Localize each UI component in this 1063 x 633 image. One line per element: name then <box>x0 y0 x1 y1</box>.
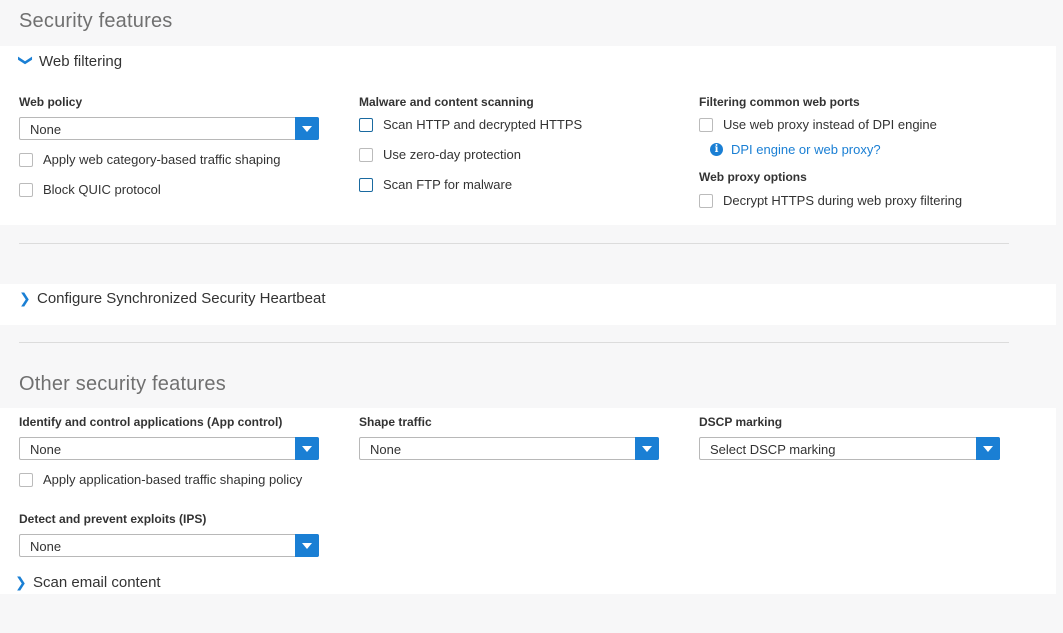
block-quic-row[interactable]: Block QUIC protocol <box>19 182 161 197</box>
use-proxy-label: Use web proxy instead of DPI engine <box>723 117 937 132</box>
app-control-label: Identify and control applications (App c… <box>19 415 283 429</box>
use-proxy-checkbox[interactable] <box>699 117 713 132</box>
decrypt-https-checkbox[interactable] <box>699 193 713 208</box>
zero-day-label: Use zero-day protection <box>383 147 522 162</box>
shape-traffic-value: None <box>370 442 402 457</box>
filtering-ports-label: Filtering common web ports <box>699 95 860 109</box>
divider <box>19 243 1009 244</box>
ips-label: Detect and prevent exploits (IPS) <box>19 512 207 526</box>
ips-select[interactable]: None <box>19 534 319 557</box>
web-filtering-toggle[interactable]: ❯ Web filtering <box>18 53 123 70</box>
dropdown-arrow-icon <box>295 534 319 557</box>
scan-http-checkbox[interactable] <box>359 117 373 132</box>
heartbeat-toggle[interactable]: ❯ Configure Synchronized Security Heartb… <box>19 290 326 307</box>
dropdown-arrow-icon <box>976 437 1000 460</box>
block-quic-label: Block QUIC protocol <box>43 182 161 197</box>
chevron-right-icon: ❯ <box>19 290 31 306</box>
other-security-panel <box>0 408 1056 594</box>
zero-day-checkbox[interactable] <box>359 147 373 162</box>
apply-web-shaping-row[interactable]: Apply web category-based traffic shaping <box>19 152 281 167</box>
proxy-options-label: Web proxy options <box>699 170 807 184</box>
dpi-or-proxy-link[interactable]: DPI engine or web proxy? <box>731 142 881 157</box>
ips-value: None <box>30 539 62 554</box>
app-control-select[interactable]: None <box>19 437 319 460</box>
heartbeat-label: Configure Synchronized Security Heartbea… <box>37 290 326 307</box>
dropdown-arrow-icon <box>295 437 319 460</box>
dscp-marking-label: DSCP marking <box>699 415 783 429</box>
chevron-down-icon: ❯ <box>18 54 35 67</box>
malware-scanning-label: Malware and content scanning <box>359 95 534 109</box>
web-policy-value: None <box>30 122 62 137</box>
dscp-marking-value: Select DSCP marking <box>710 442 836 457</box>
app-control-value: None <box>30 442 62 457</box>
dropdown-arrow-icon <box>635 437 659 460</box>
block-quic-checkbox[interactable] <box>19 182 33 197</box>
dpi-info-row[interactable]: i DPI engine or web proxy? <box>710 142 881 157</box>
apply-app-shaping-row[interactable]: Apply application-based traffic shaping … <box>19 472 302 487</box>
scan-email-label: Scan email content <box>33 574 161 591</box>
scan-http-row[interactable]: Scan HTTP and decrypted HTTPS <box>359 117 582 132</box>
security-features-title: Security features <box>19 10 173 32</box>
shape-traffic-select[interactable]: None <box>359 437 659 460</box>
chevron-right-icon: ❯ <box>15 574 27 590</box>
dscp-marking-select[interactable]: Select DSCP marking <box>699 437 1000 460</box>
scan-http-label: Scan HTTP and decrypted HTTPS <box>383 117 583 132</box>
scan-ftp-label: Scan FTP for malware <box>383 177 513 192</box>
web-policy-label: Web policy <box>19 95 83 109</box>
decrypt-https-label: Decrypt HTTPS during web proxy filtering <box>723 193 963 208</box>
decrypt-https-row[interactable]: Decrypt HTTPS during web proxy filtering <box>699 193 962 208</box>
dropdown-arrow-icon <box>295 117 319 140</box>
use-proxy-row[interactable]: Use web proxy instead of DPI engine <box>699 117 937 132</box>
scan-ftp-checkbox[interactable] <box>359 177 373 192</box>
other-security-title: Other security features <box>19 373 226 395</box>
apply-app-shaping-checkbox[interactable] <box>19 472 33 487</box>
scan-email-toggle[interactable]: ❯ Scan email content <box>15 574 161 591</box>
divider <box>19 342 1009 343</box>
apply-web-shaping-checkbox[interactable] <box>19 152 33 167</box>
zero-day-row[interactable]: Use zero-day protection <box>359 147 521 162</box>
info-icon: i <box>710 143 723 156</box>
web-policy-select[interactable]: None <box>19 117 319 140</box>
web-filtering-label: Web filtering <box>39 53 123 70</box>
scan-ftp-row[interactable]: Scan FTP for malware <box>359 177 512 192</box>
apply-app-shaping-label: Apply application-based traffic shaping … <box>43 472 303 487</box>
apply-web-shaping-label: Apply web category-based traffic shaping <box>43 152 281 167</box>
shape-traffic-label: Shape traffic <box>359 415 432 429</box>
